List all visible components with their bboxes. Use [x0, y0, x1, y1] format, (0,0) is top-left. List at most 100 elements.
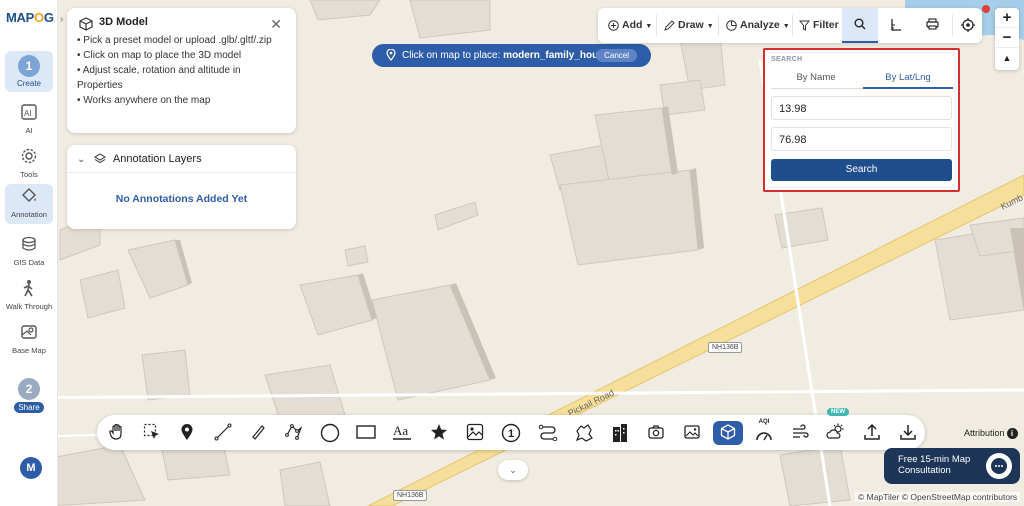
plus-circle-icon — [608, 19, 619, 31]
caret-down-icon: ▼ — [782, 23, 790, 30]
polyline-tool[interactable] — [279, 421, 309, 445]
search-toggle-button[interactable] — [842, 8, 878, 43]
mapog-logo[interactable]: MAPOG — [6, 10, 54, 25]
step-share[interactable]: 2 Share — [5, 378, 53, 413]
sidebar-label-ai: AI — [25, 126, 33, 135]
compass-icon[interactable]: ▲ — [995, 48, 1019, 68]
ai-icon: AI — [21, 104, 37, 120]
attribution-toggle[interactable]: Attribution i — [964, 428, 1018, 440]
search-button[interactable]: Search — [771, 159, 952, 181]
step-number-2: 2 — [18, 378, 40, 400]
tab-by-name[interactable]: By Name — [771, 72, 861, 83]
notification-dot — [982, 5, 990, 13]
gear-icon — [21, 148, 37, 164]
select-cursor-icon — [143, 423, 159, 439]
wind-icon — [793, 424, 809, 438]
weather-tool[interactable] — [821, 421, 851, 445]
chevron-down-icon: ⌄ — [509, 465, 517, 475]
new-badge: NEW — [827, 408, 849, 416]
download-tool[interactable] — [893, 421, 923, 445]
locate-button[interactable] — [950, 8, 986, 43]
upload-tool[interactable] — [857, 421, 887, 445]
chevron-down-icon[interactable]: ⌄ — [77, 154, 85, 165]
wind-tool[interactable] — [785, 421, 815, 445]
star-icon — [431, 424, 447, 440]
weather-icon — [826, 423, 844, 439]
filter-icon — [799, 20, 810, 31]
crosshair-icon — [961, 18, 975, 32]
building-tool[interactable] — [605, 421, 635, 445]
cube-icon — [79, 17, 93, 31]
route-tool[interactable] — [533, 421, 563, 445]
zoom-control: + − ▲ — [995, 8, 1019, 70]
sidebar-label-walk-through: Walk Through — [5, 302, 53, 311]
number-circle-icon: 1 — [501, 423, 521, 443]
printer-icon — [925, 18, 939, 30]
add-button[interactable]: Add ▼ — [608, 8, 652, 43]
aqi-tool[interactable]: AQI — [749, 419, 779, 445]
step-create[interactable]: 1 Create — [5, 51, 53, 92]
region-tool[interactable] — [569, 421, 599, 445]
pin-icon — [386, 49, 396, 61]
draw-button[interactable]: Draw ▼ — [664, 8, 714, 43]
sidebar-item-base-map[interactable]: Base Map — [5, 320, 53, 360]
placement-banner: Click on map to place: modern_family_hou… — [372, 44, 651, 67]
longitude-input[interactable]: 76.98 — [771, 127, 952, 151]
pan-tool[interactable] — [102, 421, 132, 445]
pencil-icon — [664, 20, 675, 31]
latitude-input[interactable]: 13.98 — [771, 96, 952, 120]
photo-tool[interactable] — [677, 421, 707, 445]
region-shape-icon — [575, 424, 593, 442]
print-button[interactable] — [914, 8, 950, 43]
highway-shield-2: NH136B — [393, 490, 428, 501]
sidebar-item-walk-through[interactable]: Walk Through — [5, 276, 53, 316]
svg-text:Aa: Aa — [393, 423, 408, 438]
sidebar-item-tools[interactable]: Tools — [5, 144, 53, 184]
top-toolbar: Add ▼ Draw ▼ Analyze ▼ Filter — [598, 8, 982, 43]
cancel-button[interactable]: Cancel — [596, 49, 637, 62]
consultation-banner[interactable]: Free 15-min Map Consultation — [884, 448, 1020, 484]
search-section-label: SEARCH — [771, 56, 803, 63]
brush-icon — [252, 425, 265, 440]
expand-toolbar-button[interactable]: ⌄ — [498, 460, 528, 480]
map-pin-icon — [181, 424, 193, 440]
brush-tool[interactable] — [243, 421, 273, 445]
drawing-toolbar: Aa 1 NEW AQI — [97, 408, 925, 450]
marker-tool[interactable] — [172, 421, 202, 445]
star-tool[interactable] — [424, 421, 454, 445]
polyline-icon — [285, 424, 303, 440]
camera-tool[interactable] — [641, 421, 671, 445]
user-avatar[interactable]: M — [20, 457, 42, 479]
zoom-in-button[interactable]: + — [995, 8, 1019, 28]
select-tool[interactable] — [137, 421, 167, 445]
chat-icon[interactable] — [986, 453, 1012, 479]
sidebar-label-tools: Tools — [20, 170, 38, 179]
circle-tool[interactable] — [315, 421, 345, 445]
image-tool[interactable] — [460, 421, 490, 445]
number-marker-tool[interactable]: 1 — [496, 421, 526, 445]
walker-icon — [23, 280, 33, 297]
tab-by-lat-lng[interactable]: By Lat/Lng — [863, 72, 953, 89]
banner-model-name: modern_family_house — [503, 50, 610, 61]
analyze-button[interactable]: Analyze ▼ — [726, 8, 790, 43]
left-sidebar: MAPOG 1 Create AI AI Tools Annotation GI… — [0, 0, 58, 506]
no-annotations-message: No Annotations Added Yet — [115, 193, 248, 205]
rectangle-tool[interactable] — [351, 421, 381, 445]
sidebar-item-gis-data[interactable]: GIS Data — [5, 232, 53, 272]
filter-button[interactable]: Filter — [799, 8, 839, 43]
text-tool[interactable]: Aa — [387, 421, 417, 445]
annotation-layers-title: Annotation Layers — [112, 153, 202, 165]
svg-text:1: 1 — [508, 428, 514, 440]
zoom-out-button[interactable]: − — [995, 28, 1019, 48]
measure-button[interactable] — [878, 8, 914, 43]
highway-shield-1: NH136B — [708, 342, 743, 353]
sidebar-item-annotation[interactable]: Annotation — [5, 184, 53, 224]
close-icon[interactable]: ✕ — [270, 16, 282, 33]
sidebar-label-base-map: Base Map — [12, 346, 46, 355]
model-instruction: • Works anywhere on the map — [77, 95, 211, 106]
model-3d-tool[interactable] — [713, 421, 743, 445]
line-tool[interactable] — [208, 421, 238, 445]
annotation-layers-header[interactable]: ⌄ Annotation Layers — [67, 145, 296, 173]
sidebar-item-ai[interactable]: AI AI — [5, 100, 53, 140]
model-3d-panel: 3D Model ✕ • Pick a preset model or uplo… — [67, 8, 296, 133]
